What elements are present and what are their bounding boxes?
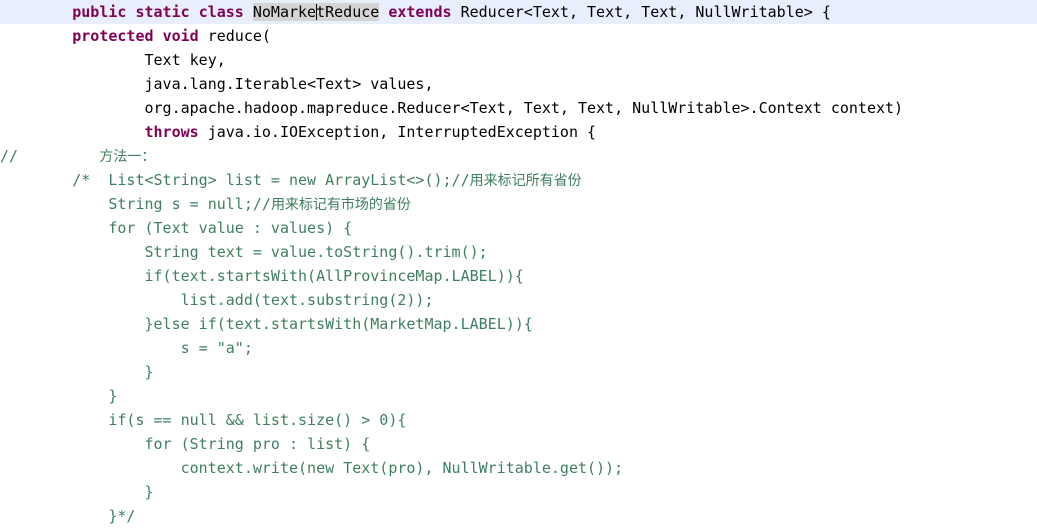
block-comment-open: /* List<String> list = new ArrayList<>()…	[0, 171, 470, 189]
code-line-16[interactable]: }	[0, 360, 1037, 384]
code-line-1[interactable]: public static class NoMarketReduce exten…	[0, 0, 1037, 24]
block-comment-close: }*/	[0, 507, 136, 525]
commented-code: s = "a";	[0, 339, 253, 357]
comment-gap	[18, 147, 99, 165]
keyword-public: public	[72, 3, 127, 21]
method-signature-start: reduce(	[207, 27, 271, 45]
code-line-9[interactable]: String s = null;//用来标记有市场的省份	[0, 192, 1037, 216]
keyword-extends: extends	[388, 3, 452, 21]
keyword-static: static	[135, 3, 190, 21]
code-line-21[interactable]: }	[0, 480, 1037, 504]
code-line-22[interactable]: }*/	[0, 504, 1037, 528]
code-editor[interactable]: public static class NoMarketReduce exten…	[0, 0, 1037, 531]
commented-code: }	[0, 387, 118, 405]
code-line-4[interactable]: java.lang.Iterable<Text> values,	[0, 72, 1037, 96]
commented-code: }else if(text.startsWith(MarketMap.LABEL…	[0, 315, 533, 333]
code-line-2[interactable]: protected void reduce(	[0, 24, 1037, 48]
pad	[36, 27, 72, 45]
code-line-13[interactable]: list.add(text.substring(2));	[0, 288, 1037, 312]
keyword-throws: throws	[144, 123, 199, 141]
code-line-14[interactable]: }else if(text.startsWith(MarketMap.LABEL…	[0, 312, 1037, 336]
code-line-5[interactable]: org.apache.hadoop.mapreduce.Reducer<Text…	[0, 96, 1037, 120]
keyword-void: void	[162, 27, 199, 45]
param-context: org.apache.hadoop.mapreduce.Reducer<Text…	[0, 99, 904, 117]
code-line-19[interactable]: for (String pro : list) {	[0, 432, 1037, 456]
commented-code: String s = null;//	[0, 195, 271, 213]
code-line-8[interactable]: /* List<String> list = new ArrayList<>()…	[0, 168, 1037, 192]
line-comment-slashes: //	[0, 147, 19, 165]
comment-text-cjk: 用来标记所有省份	[469, 173, 582, 189]
param-text-key: Text key,	[0, 51, 226, 69]
code-line-6[interactable]: throws java.io.IOException, InterruptedE…	[0, 120, 1037, 144]
commented-code: context.write(new Text(pro), NullWritabl…	[0, 459, 624, 477]
class-name-before-caret: NoMarke	[252, 3, 317, 21]
commented-code: if(text.startsWith(AllProvinceMap.LABEL)…	[0, 267, 524, 285]
code-line-17[interactable]: }	[0, 384, 1037, 408]
commented-code: }	[0, 363, 154, 381]
code-line-10[interactable]: for (Text value : values) {	[0, 216, 1037, 240]
throws-clause: java.io.IOException, InterruptedExceptio…	[207, 123, 597, 141]
line1-indent	[0, 3, 72, 21]
code-line-15[interactable]: s = "a";	[0, 336, 1037, 360]
commented-code: }	[0, 483, 154, 501]
line6-indent	[0, 123, 145, 141]
code-line-11[interactable]: String text = value.toString().trim();	[0, 240, 1037, 264]
code-line-12[interactable]: if(text.startsWith(AllProvinceMap.LABEL)…	[0, 264, 1037, 288]
code-line-7[interactable]: // 方法一：	[0, 144, 1037, 168]
comment-text-cjk: 方法一：	[99, 149, 156, 165]
keyword-class: class	[198, 3, 244, 21]
code-line-18[interactable]: if(s == null && list.size() > 0){	[0, 408, 1037, 432]
code-line-20[interactable]: context.write(new Text(pro), NullWritabl…	[0, 456, 1037, 480]
commented-code: if(s == null && list.size() > 0){	[0, 411, 407, 429]
keyword-protected: protected	[72, 27, 154, 45]
class-name-after-caret: tReduce	[316, 3, 380, 21]
supertype-declaration: Reducer<Text, Text, Text, NullWritable> …	[460, 3, 831, 21]
commented-code: for (Text value : values) {	[0, 219, 353, 237]
line2-indent	[0, 27, 36, 45]
comment-text-cjk: 用来标记有市场的省份	[270, 197, 411, 213]
commented-code: String text = value.toString().trim();	[0, 243, 488, 261]
param-values: java.lang.Iterable<Text> values,	[0, 75, 434, 93]
class-name-occurrence[interactable]: NoMarketReduce	[252, 3, 380, 21]
code-line-3[interactable]: Text key,	[0, 48, 1037, 72]
commented-code: list.add(text.substring(2));	[0, 291, 434, 309]
commented-code: for (String pro : list) {	[0, 435, 371, 453]
